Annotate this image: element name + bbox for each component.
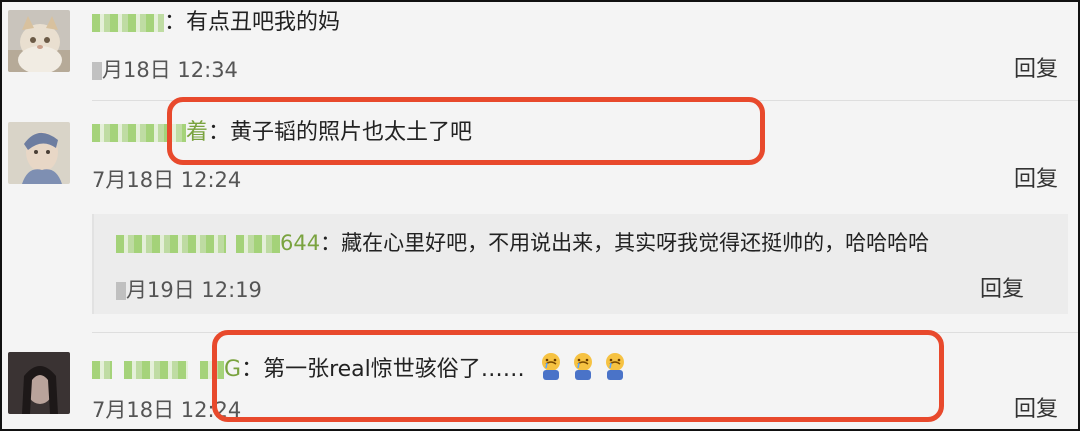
divider xyxy=(92,332,1078,333)
comment-date: 月18日 12:34 xyxy=(102,58,238,82)
comment-header: G：第一张real惊世骇俗了…… xyxy=(92,352,628,385)
username-redacted[interactable] xyxy=(92,361,112,379)
username-redacted[interactable] xyxy=(92,14,164,32)
date-redacted xyxy=(92,62,102,80)
comment-meta: 7月18日 12:24 xyxy=(92,166,241,194)
avatar[interactable] xyxy=(8,10,70,72)
reply-button[interactable]: 回复 xyxy=(1014,56,1058,84)
avatar-cat-icon xyxy=(8,10,70,72)
crying-emoji-icon xyxy=(605,353,624,380)
comment-meta: 7月18日 12:24 xyxy=(92,396,241,424)
username[interactable]: 着 xyxy=(186,120,208,145)
username[interactable]: G xyxy=(224,357,241,382)
comment-header: 644：藏在心里好吧，不用说出来，其实呀我觉得还挺帅的，哈哈哈哈 xyxy=(116,228,929,258)
comment-text: 藏在心里好吧，不用说出来，其实呀我觉得还挺帅的，哈哈哈哈 xyxy=(341,231,930,255)
comment-list: ：有点丑吧我的妈 月18日 12:34 回复 着：黄子韬的照片也太土了吧 7月1… xyxy=(0,0,1080,431)
comment-text: 有点丑吧我的妈 xyxy=(186,10,341,35)
separator: ： xyxy=(208,120,231,145)
reply-button[interactable]: 回复 xyxy=(980,276,1024,304)
comment-header: 着：黄子韬的照片也太土了吧 xyxy=(92,118,472,148)
avatar-drawn-man-icon xyxy=(8,122,70,184)
separator: ： xyxy=(164,10,187,35)
comment-date: 7月18日 12:24 xyxy=(92,398,242,422)
comment-text: 第一张real惊世骇俗了…… xyxy=(263,357,525,382)
username-redacted[interactable] xyxy=(92,124,186,142)
comment-text: 黄子韬的照片也太土了吧 xyxy=(230,120,473,145)
username[interactable]: 644 xyxy=(280,231,320,255)
username-redacted[interactable] xyxy=(236,235,280,253)
username-redacted[interactable] xyxy=(124,361,188,379)
crying-emoji-icon xyxy=(573,353,592,380)
date-redacted xyxy=(116,282,126,300)
comment-header: ：有点丑吧我的妈 xyxy=(92,8,340,38)
reply-button[interactable]: 回复 xyxy=(1014,396,1058,424)
avatar[interactable] xyxy=(8,352,70,414)
comment-meta: 月18日 12:34 xyxy=(92,56,238,84)
username-redacted[interactable] xyxy=(116,235,226,253)
username-redacted[interactable] xyxy=(200,361,224,379)
reply-button[interactable]: 回复 xyxy=(1014,166,1058,194)
separator: ： xyxy=(320,231,342,255)
avatar[interactable] xyxy=(8,122,70,184)
nested-reply: 644：藏在心里好吧，不用说出来，其实呀我觉得还挺帅的，哈哈哈哈 月19日 12… xyxy=(92,214,1068,314)
comment-meta: 月19日 12:19 xyxy=(116,276,262,304)
comment-date: 月19日 12:19 xyxy=(126,278,262,302)
crying-emoji-icon xyxy=(541,353,560,380)
separator: ： xyxy=(241,357,264,382)
comment-date: 7月18日 12:24 xyxy=(92,168,242,192)
divider xyxy=(92,100,1078,101)
avatar-woman-icon xyxy=(8,352,70,414)
